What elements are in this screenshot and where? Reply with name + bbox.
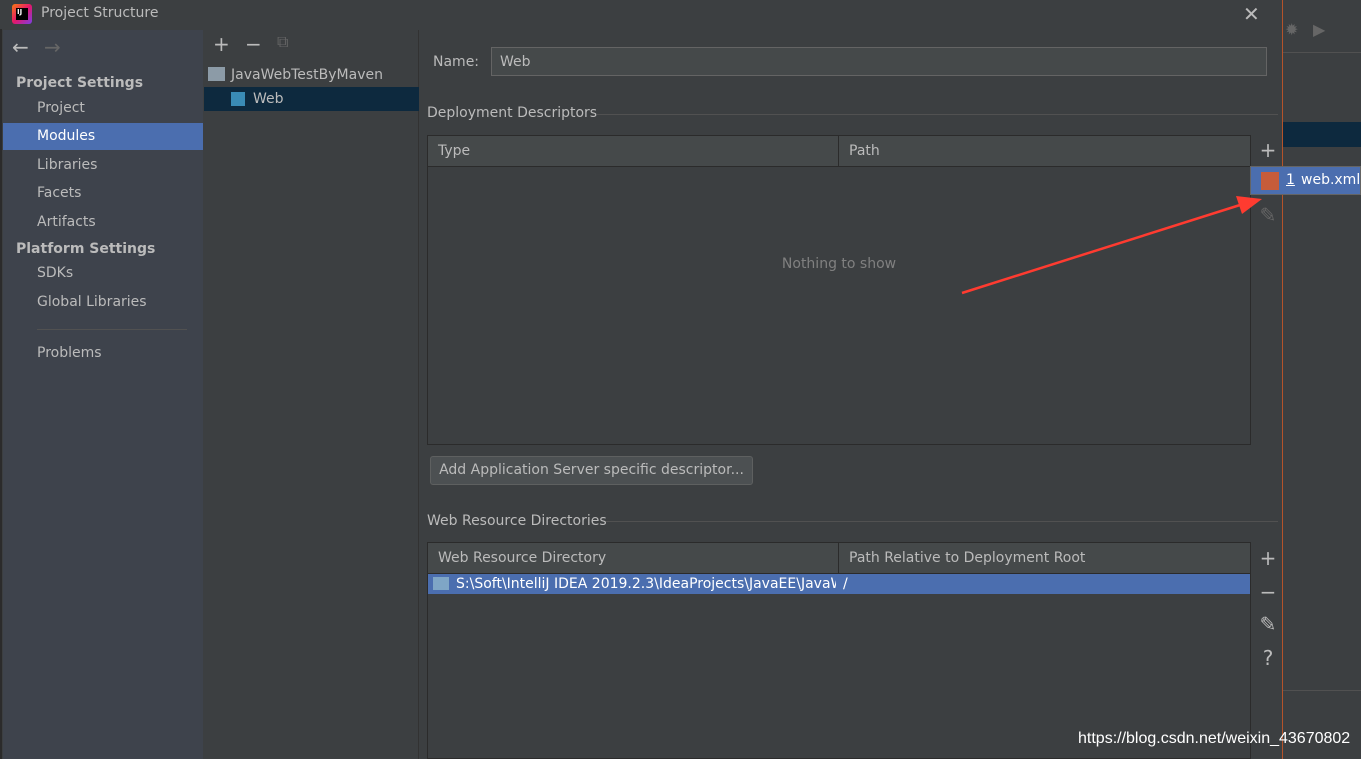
annotation-arrow <box>961 196 1262 295</box>
watermark: https://blog.csdn.net/weixin_43670802 <box>1078 730 1351 747</box>
